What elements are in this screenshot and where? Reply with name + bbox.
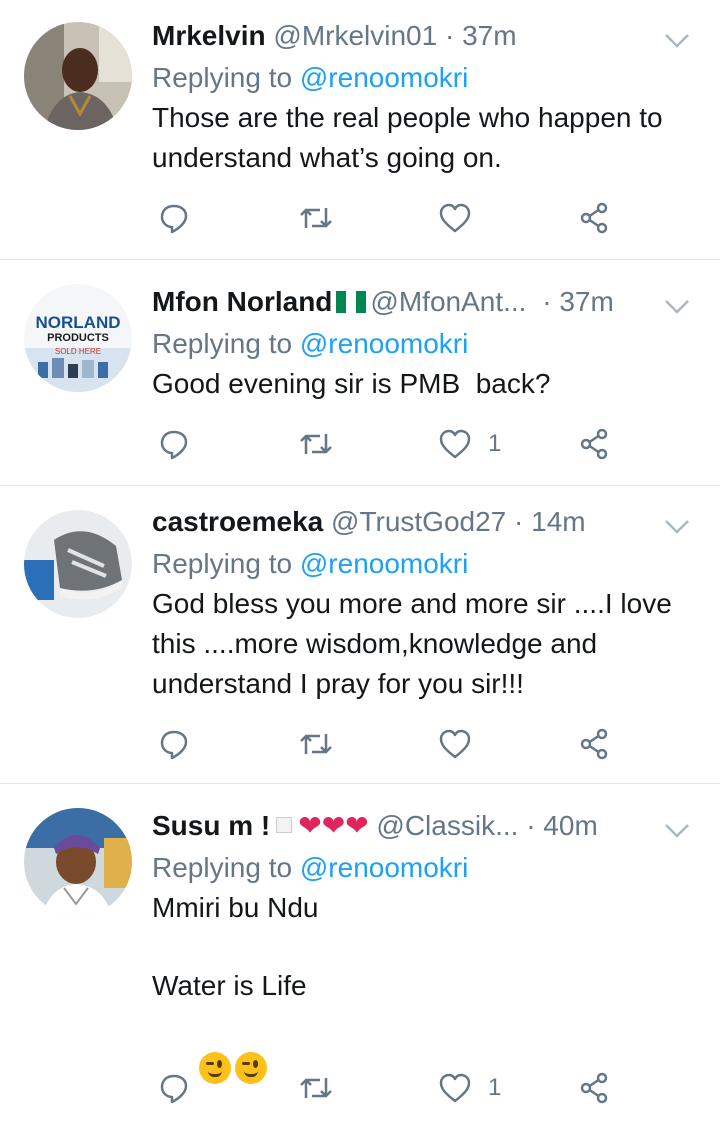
display-name[interactable]: castroemeka <box>152 506 323 537</box>
timestamp[interactable]: 40m <box>543 810 597 841</box>
tweet-item[interactable]: castroemeka @TrustGod27 · 14m Replying t… <box>0 486 720 784</box>
avatar[interactable] <box>24 808 132 916</box>
mention-link[interactable]: @renoomokri <box>300 548 468 579</box>
avatar[interactable] <box>24 510 132 618</box>
like-count: 1 <box>488 430 502 457</box>
timestamp[interactable]: 37m <box>462 20 516 51</box>
share-icon <box>580 428 608 460</box>
mention-link[interactable]: @renoomokri <box>300 62 468 93</box>
reply-icon <box>160 730 188 760</box>
replying-to: Replying to @renoomokri <box>152 324 704 364</box>
share-button[interactable] <box>578 424 610 464</box>
tweet-text: Those are the real people who happen to … <box>152 102 663 173</box>
separator: · <box>514 506 524 537</box>
emoji-placeholder <box>276 817 293 833</box>
retweet-button[interactable] <box>298 424 350 464</box>
reply-button[interactable] <box>158 198 206 238</box>
user-handle[interactable]: @TrustGod27 <box>331 506 506 537</box>
logo-line1: NORLAND <box>36 313 121 332</box>
reply-icon <box>160 204 188 234</box>
tweet-header: Mfon Norland @MfonAnt... · 37m <box>152 284 704 320</box>
chevron-down-icon[interactable] <box>664 508 690 544</box>
retweet-button[interactable] <box>298 1068 350 1108</box>
tweet-header: Mrkelvin @Mrkelvin01 · 37m <box>152 18 704 54</box>
share-button[interactable] <box>578 198 610 238</box>
separator: · <box>444 20 455 51</box>
tweet-header: castroemeka @TrustGod27 · 14m <box>152 504 704 540</box>
action-bar <box>152 198 622 238</box>
display-name[interactable]: Susu m ! <box>152 810 270 841</box>
reply-button[interactable] <box>158 724 206 764</box>
retweet-icon <box>300 1078 332 1098</box>
retweet-button[interactable] <box>298 724 350 764</box>
mention-link[interactable]: @renoomokri <box>300 852 468 883</box>
reply-icon <box>160 1074 188 1104</box>
tweet-text: God bless you more and more sir ....I lo… <box>152 588 672 699</box>
user-handle[interactable]: @Mrkelvin01 <box>273 20 437 51</box>
share-icon <box>580 728 608 760</box>
replying-label: Replying to <box>152 328 293 359</box>
user-handle[interactable]: @Classik... <box>376 810 518 841</box>
retweet-icon <box>300 434 332 454</box>
like-count: 1 <box>488 1074 502 1101</box>
separator: · <box>526 810 536 841</box>
like-button[interactable] <box>438 724 488 764</box>
share-icon <box>580 1072 608 1104</box>
replying-to: Replying to @renoomokri <box>152 544 704 584</box>
logo-line2: PRODUCTS <box>47 332 109 344</box>
tweet-item[interactable]: Susu m ! ❤❤❤ @Classik... · 40m Replying t… <box>0 784 720 1112</box>
share-button[interactable] <box>578 724 610 764</box>
display-name[interactable]: Mrkelvin <box>152 20 266 51</box>
tweet-text-line2: Water is Life <box>152 970 307 1001</box>
tweet-text: Good evening sir is PMB back? <box>152 368 551 399</box>
action-bar: 1 <box>152 1068 622 1108</box>
like-icon <box>439 203 471 233</box>
tweet-header: Susu m ! ❤❤❤ @Classik... · 40m <box>152 808 704 844</box>
separator: · <box>542 286 552 317</box>
replying-to: Replying to @renoomokri <box>152 58 704 98</box>
tweet-text-line1: Mmiri bu Ndu <box>152 892 319 923</box>
logo-line3: SOLD HERE <box>55 347 101 356</box>
like-icon <box>439 429 471 459</box>
like-button[interactable] <box>438 198 488 238</box>
tweet-item[interactable]: NORLAND PRODUCTS SOLD HERE Mfon Norland @… <box>0 260 720 486</box>
tweet-item[interactable]: Mrkelvin @Mrkelvin01 · 37m Replying to @… <box>0 0 720 260</box>
replying-label: Replying to <box>152 852 293 883</box>
replying-label: Replying to <box>152 548 293 579</box>
action-bar <box>152 724 622 764</box>
reply-button[interactable] <box>158 424 206 464</box>
user-handle[interactable]: @MfonAnt... <box>370 286 526 317</box>
retweet-button[interactable] <box>298 198 350 238</box>
replying-to: Replying to @renoomokri <box>152 848 704 888</box>
reply-button[interactable] <box>158 1068 206 1108</box>
chevron-down-icon[interactable] <box>664 812 690 848</box>
chevron-down-icon[interactable] <box>664 288 690 324</box>
chevron-down-icon[interactable] <box>664 22 690 58</box>
mention-link[interactable]: @renoomokri <box>300 328 468 359</box>
share-icon <box>580 202 608 234</box>
wink-emojis <box>152 1006 704 1084</box>
hearts-emoji: ❤❤❤ <box>298 810 369 841</box>
nigeria-flag-icon <box>336 291 367 313</box>
avatar[interactable]: NORLAND PRODUCTS SOLD HERE <box>24 284 132 392</box>
like-icon <box>439 1073 471 1103</box>
display-name[interactable]: Mfon Norland <box>152 286 332 317</box>
like-icon <box>439 729 471 759</box>
share-button[interactable] <box>578 1068 610 1108</box>
retweet-icon <box>300 734 332 754</box>
action-bar: 1 <box>152 424 622 464</box>
avatar[interactable] <box>24 22 132 130</box>
replying-label: Replying to <box>152 62 293 93</box>
timestamp[interactable]: 37m <box>559 286 613 317</box>
retweet-icon <box>300 208 332 228</box>
like-button[interactable]: 1 <box>438 1068 501 1108</box>
reply-icon <box>160 430 188 460</box>
timestamp[interactable]: 14m <box>531 506 585 537</box>
like-button[interactable]: 1 <box>438 424 501 464</box>
